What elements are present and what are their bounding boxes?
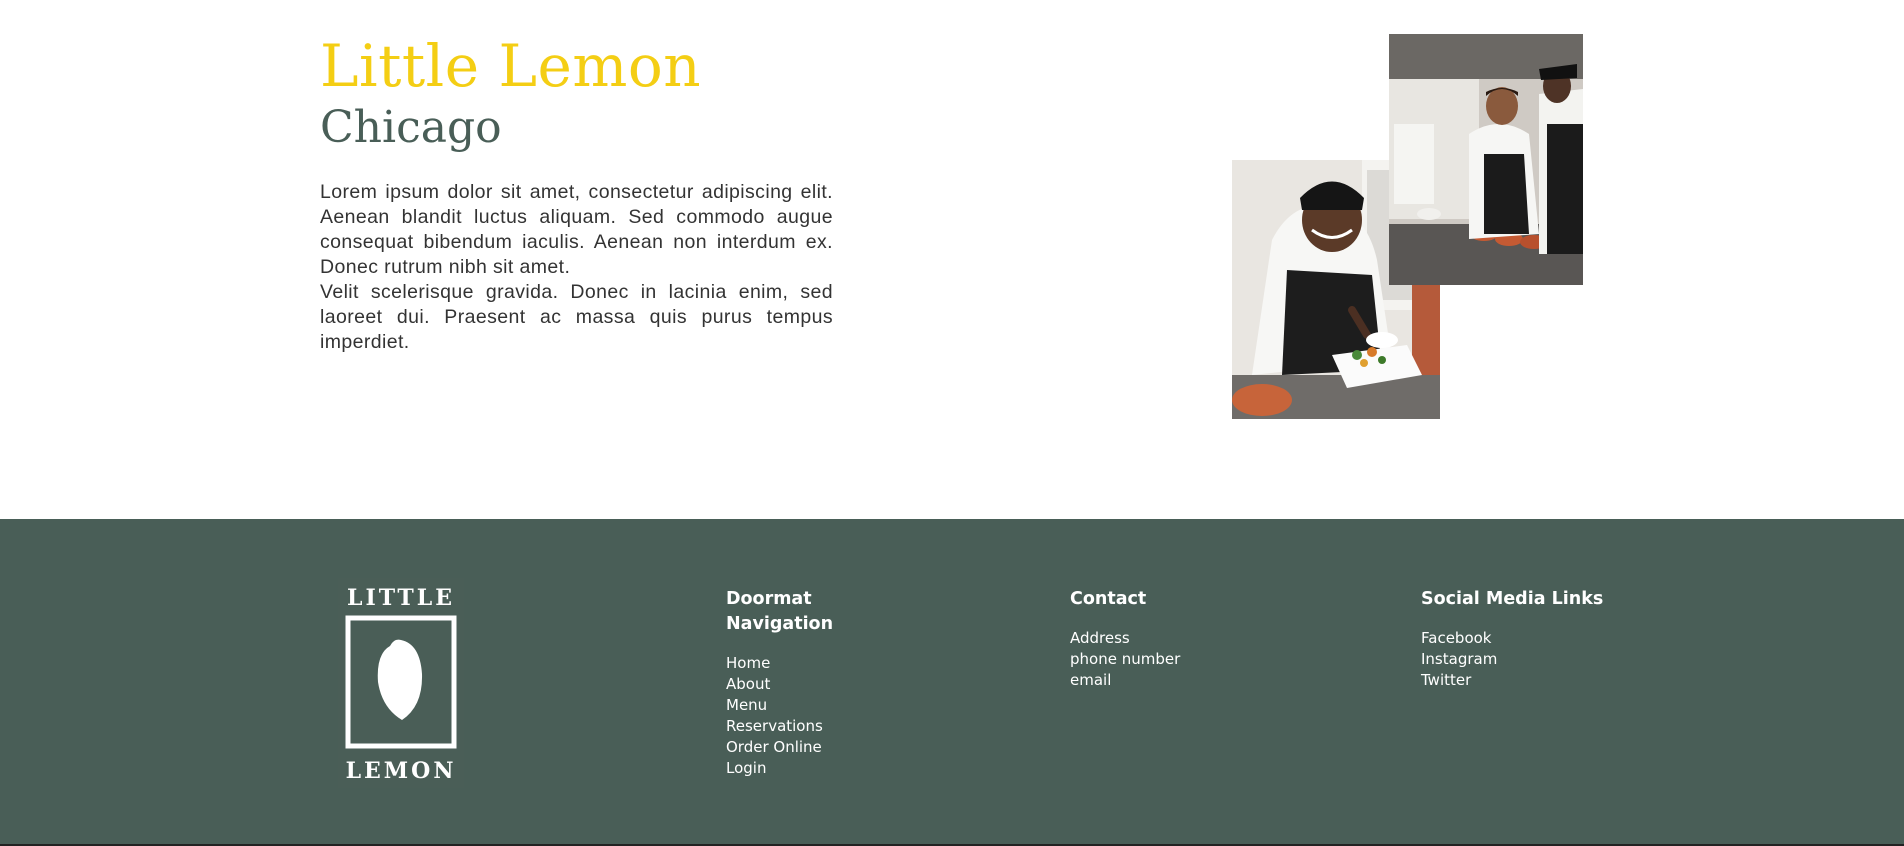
doormat-navigation-heading: Doormat Navigation [726,589,834,634]
svg-text:LITTLE: LITTLE [347,585,455,611]
footer-link-home[interactable]: Home [726,654,770,672]
footer-link-reservations[interactable]: Reservations [726,717,823,735]
location-subtitle: Chicago [320,102,502,153]
footer-link-menu[interactable]: Menu [726,696,767,714]
contact-phone: phone number [1070,650,1181,668]
chefs-team-photo [1389,34,1583,285]
footer-social-links: Social Media Links Facebook Instagram Tw… [1421,587,1621,691]
footer-link-about[interactable]: About [726,675,770,693]
footer-link-login[interactable]: Login [726,759,766,777]
contact-email: email [1070,671,1112,689]
footer-doormat-navigation: Doormat Navigation Home About Menu Reser… [726,587,866,779]
about-description: Lorem ipsum dolor sit amet, consectetur … [320,180,833,355]
footer-contact: Contact Address phone number email [1070,587,1230,691]
restaurant-title: Little Lemon [320,32,702,100]
about-section: Little Lemon Chicago Lorem ipsum dolor s… [0,0,1904,519]
social-link-instagram[interactable]: Instagram [1421,650,1497,668]
about-paragraph-2: Velit scelerisque gravida. Donec in laci… [320,281,833,353]
social-link-twitter[interactable]: Twitter [1421,671,1471,689]
svg-text:LEMON: LEMON [346,758,457,784]
footer-link-order-online[interactable]: Order Online [726,738,822,756]
about-paragraph-1: Lorem ipsum dolor sit amet, consectetur … [320,181,833,278]
contact-heading: Contact [1070,589,1147,609]
social-link-facebook[interactable]: Facebook [1421,629,1491,647]
little-lemon-logo[interactable]: LITTLE LEMON [338,578,464,788]
social-links-heading: Social Media Links [1421,589,1604,609]
contact-address: Address [1070,629,1130,647]
